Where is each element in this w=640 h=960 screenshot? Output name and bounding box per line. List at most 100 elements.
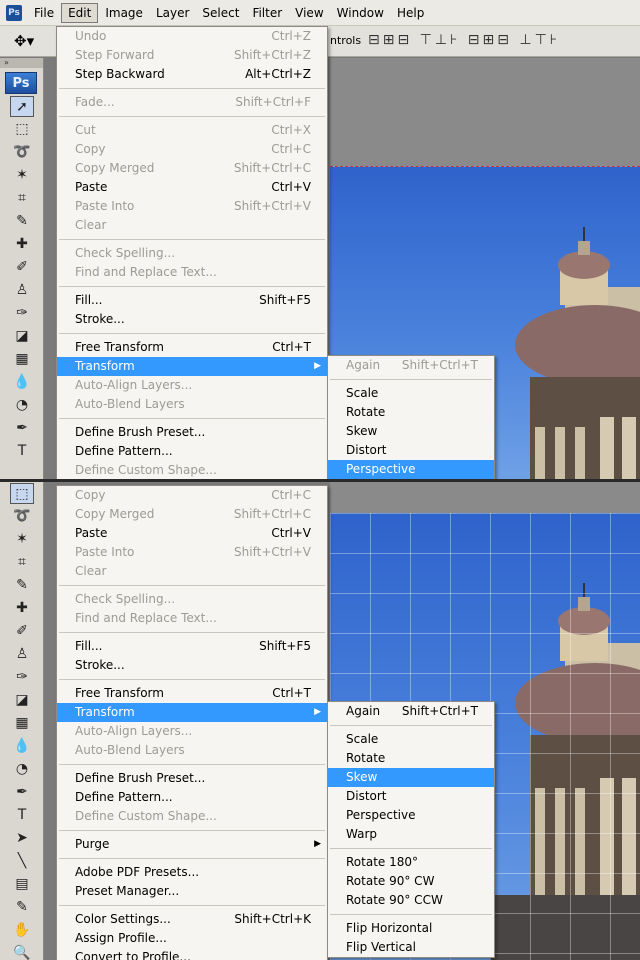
menu-item-warp[interactable]: Warp (328, 825, 494, 844)
menu-item-undo[interactable]: Undo Ctrl+Z (57, 27, 327, 46)
menu-item-define-pattern[interactable]: Define Pattern... (57, 788, 327, 807)
menu-item-step-forward[interactable]: Step Forward Shift+Ctrl+Z (57, 46, 327, 65)
menu-item-fill[interactable]: Fill... Shift+F5 (57, 637, 327, 656)
dodge-tool-icon[interactable]: ◔ (10, 395, 34, 416)
menu-help[interactable]: Help (391, 4, 430, 22)
pen-tool-icon[interactable]: ✒ (10, 418, 34, 439)
menu-view[interactable]: View (289, 4, 329, 22)
menu-item-find-and-replace-text[interactable]: Find and Replace Text... (57, 263, 327, 282)
healing-brush-icon[interactable]: ✚ (10, 598, 34, 619)
menu-item-auto-align-layers[interactable]: Auto-Align Layers... (57, 722, 327, 741)
marquee-tool-icon[interactable]: ⬚ (10, 119, 34, 140)
dodge-tool-icon[interactable]: ◔ (10, 759, 34, 780)
stamp-tool-icon[interactable]: ♙ (10, 280, 34, 301)
menu-item-paste[interactable]: Paste Ctrl+V (57, 178, 327, 197)
blur-tool-icon[interactable]: 💧 (10, 372, 34, 393)
menu-item-rotate-180[interactable]: Rotate 180° (328, 853, 494, 872)
lasso-tool-icon[interactable]: ➰ (10, 506, 34, 527)
menu-item-again[interactable]: Again Shift+Ctrl+T (328, 356, 494, 375)
toolbox-grip[interactable]: » (0, 58, 43, 68)
history-brush-icon[interactable]: ✑ (10, 667, 34, 688)
menu-item-adobe-pdf-presets[interactable]: Adobe PDF Presets... (57, 863, 327, 882)
menu-item-convert-to-profile[interactable]: Convert to Profile... (57, 948, 327, 960)
type-tool-icon[interactable]: T (10, 805, 34, 826)
menu-item-flip-horizontal[interactable]: Flip Horizontal (328, 919, 494, 938)
menu-edit[interactable]: Edit (61, 2, 99, 23)
menu-item-copy[interactable]: Copy Ctrl+C (57, 486, 327, 505)
menu-item-paste-into[interactable]: Paste Into Shift+Ctrl+V (57, 543, 327, 562)
eyedropper-icon[interactable]: ✎ (10, 575, 34, 596)
menu-item-transform[interactable]: Transform ▶ (57, 703, 327, 722)
menu-item-free-transform[interactable]: Free Transform Ctrl+T (57, 338, 327, 357)
menu-item-distort[interactable]: Distort (328, 787, 494, 806)
crop-tool-icon[interactable]: ⌗ (10, 188, 34, 209)
menu-item-rotate[interactable]: Rotate (328, 749, 494, 768)
menu-item-step-backward[interactable]: Step Backward Alt+Ctrl+Z (57, 65, 327, 84)
menu-item-preset-manager[interactable]: Preset Manager... (57, 882, 327, 901)
menu-item-transform[interactable]: Transform ▶ (57, 357, 327, 376)
eraser-icon[interactable]: ◪ (10, 326, 34, 347)
menu-item-find-and-replace-text[interactable]: Find and Replace Text... (57, 609, 327, 628)
menu-item-scale[interactable]: Scale (328, 384, 494, 403)
menu-item-define-brush-preset[interactable]: Define Brush Preset... (57, 423, 327, 442)
stamp-tool-icon[interactable]: ♙ (10, 644, 34, 665)
gradient-icon[interactable]: ▦ (10, 349, 34, 370)
menu-item-stroke[interactable]: Stroke... (57, 656, 327, 675)
menu-item-define-custom-shape[interactable]: Define Custom Shape... (57, 807, 327, 826)
hand-tool-icon[interactable]: ✋ (10, 920, 34, 941)
magic-wand-icon[interactable]: ✶ (10, 529, 34, 550)
eyedropper-icon[interactable]: ✎ (10, 211, 34, 232)
path-selection-icon[interactable]: ➤ (10, 828, 34, 849)
menu-item-perspective[interactable]: Perspective (328, 460, 494, 479)
menu-item-check-spelling[interactable]: Check Spelling... (57, 590, 327, 609)
menu-item-clear[interactable]: Clear (57, 562, 327, 581)
brush-tool-icon[interactable]: ✐ (10, 257, 34, 278)
menu-item-define-brush-preset[interactable]: Define Brush Preset... (57, 769, 327, 788)
menu-item-rotate[interactable]: Rotate (328, 403, 494, 422)
menu-item-check-spelling[interactable]: Check Spelling... (57, 244, 327, 263)
menu-item-auto-blend-layers[interactable]: Auto-Blend Layers (57, 395, 327, 414)
menu-item-paste[interactable]: Paste Ctrl+V (57, 524, 327, 543)
magic-wand-icon[interactable]: ✶ (10, 165, 34, 186)
menu-item-scale[interactable]: Scale (328, 730, 494, 749)
menu-item-cut[interactable]: Cut Ctrl+X (57, 121, 327, 140)
menu-item-stroke[interactable]: Stroke... (57, 310, 327, 329)
menu-item-paste-into[interactable]: Paste Into Shift+Ctrl+V (57, 197, 327, 216)
blur-tool-icon[interactable]: 💧 (10, 736, 34, 757)
menu-item-distort[interactable]: Distort (328, 441, 494, 460)
align-icons[interactable]: ⊟⊞⊟ ⊤⊥⊦ ⊟⊞⊟ ⊥⊤⊦ (368, 32, 560, 48)
menu-select[interactable]: Select (196, 4, 245, 22)
menu-item-copy-merged[interactable]: Copy Merged Shift+Ctrl+C (57, 159, 327, 178)
eraser-icon[interactable]: ◪ (10, 690, 34, 711)
menu-item-copy[interactable]: Copy Ctrl+C (57, 140, 327, 159)
menu-item-auto-blend-layers[interactable]: Auto-Blend Layers (57, 741, 327, 760)
menu-item-again[interactable]: Again Shift+Ctrl+T (328, 702, 494, 721)
menu-item-perspective[interactable]: Perspective (328, 806, 494, 825)
crop-tool-icon[interactable]: ⌗ (10, 552, 34, 573)
menu-item-clear[interactable]: Clear (57, 216, 327, 235)
menu-item-fill[interactable]: Fill... Shift+F5 (57, 291, 327, 310)
menu-item-free-transform[interactable]: Free Transform Ctrl+T (57, 684, 327, 703)
menu-image[interactable]: Image (99, 4, 149, 22)
move-tool-icon[interactable]: ✥▾ (14, 32, 34, 50)
menu-item-fade[interactable]: Fade... Shift+Ctrl+F (57, 93, 327, 112)
menu-layer[interactable]: Layer (150, 4, 195, 22)
brush-tool-icon[interactable]: ✐ (10, 621, 34, 642)
menu-item-assign-profile[interactable]: Assign Profile... (57, 929, 327, 948)
healing-brush-icon[interactable]: ✚ (10, 234, 34, 255)
eyedropper-icon[interactable]: ✎ (10, 897, 34, 918)
menu-item-color-settings[interactable]: Color Settings... Shift+Ctrl+K (57, 910, 327, 929)
menu-item-skew[interactable]: Skew (328, 422, 494, 441)
menu-filter[interactable]: Filter (246, 4, 288, 22)
marquee-tool-icon[interactable]: ⬚ (10, 483, 34, 504)
history-brush-icon[interactable]: ✑ (10, 303, 34, 324)
menu-item-define-pattern[interactable]: Define Pattern... (57, 442, 327, 461)
gradient-icon[interactable]: ▦ (10, 713, 34, 734)
menu-item-auto-align-layers[interactable]: Auto-Align Layers... (57, 376, 327, 395)
menu-item-rotate-90-ccw[interactable]: Rotate 90° CCW (328, 891, 494, 910)
menu-item-copy-merged[interactable]: Copy Merged Shift+Ctrl+C (57, 505, 327, 524)
menu-window[interactable]: Window (331, 4, 390, 22)
menu-item-rotate-90-cw[interactable]: Rotate 90° CW (328, 872, 494, 891)
notes-tool-icon[interactable]: ▤ (10, 874, 34, 895)
show-transform-controls-label[interactable]: ntrols (330, 34, 361, 47)
